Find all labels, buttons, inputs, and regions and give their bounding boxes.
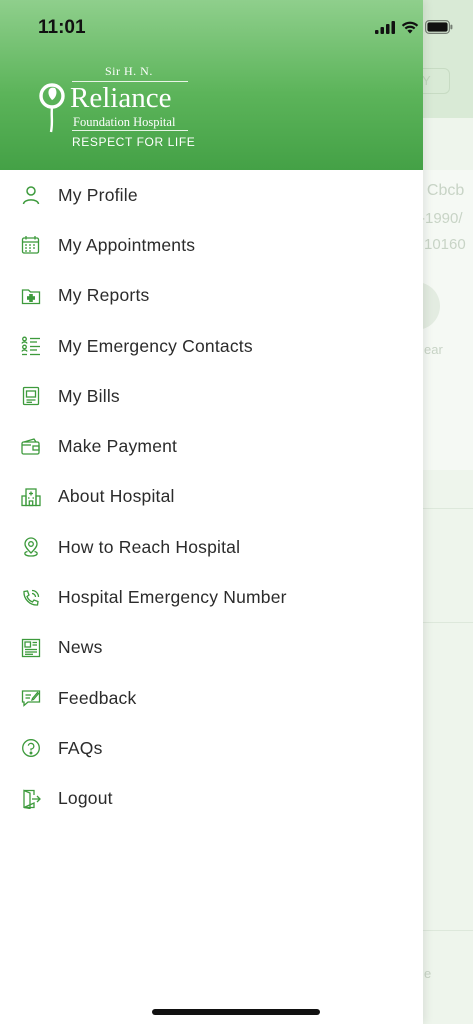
cellular-signal-icon (375, 20, 395, 39)
calendar-icon (0, 235, 58, 255)
menu-item-label: My Emergency Contacts (58, 335, 253, 356)
user-icon (0, 185, 58, 205)
menu-item-my-appointments[interactable]: My Appointments (0, 220, 423, 270)
navigation-drawer: Sir H. N. Reliance Foundation Hospital R… (0, 0, 423, 1024)
contacts-list-icon (0, 336, 58, 356)
bill-icon (0, 386, 58, 406)
menu-item-news[interactable]: News (0, 623, 423, 673)
background-id: 10160 (424, 236, 466, 253)
logo-name: Reliance (70, 82, 172, 114)
menu-item-label: My Reports (58, 285, 150, 306)
logo-divider (72, 130, 188, 131)
background-divider (423, 930, 473, 931)
phone-ring-icon (0, 588, 58, 608)
status-icons (375, 20, 453, 39)
menu-item-how-to-reach-hospital[interactable]: How to Reach Hospital (0, 522, 423, 572)
feedback-icon (0, 688, 58, 708)
hospital-emblem-icon (38, 80, 70, 134)
logo-prefix: Sir H. N. (105, 64, 153, 78)
menu-item-logout[interactable]: Logout (0, 774, 423, 824)
menu-item-label: News (58, 637, 103, 658)
background-name: f Cbcb (418, 182, 465, 199)
menu-item-feedback[interactable]: Feedback (0, 673, 423, 723)
menu-item-label: FAQs (58, 737, 103, 758)
menu-item-my-reports[interactable]: My Reports (0, 271, 423, 321)
background-action-label: ear (424, 342, 443, 357)
background-divider (423, 622, 473, 623)
menu-item-label: My Profile (58, 184, 138, 205)
question-icon (0, 738, 58, 758)
newspaper-icon (0, 638, 58, 658)
wifi-icon (401, 21, 419, 39)
background-dob: -1990/ (420, 210, 463, 227)
menu-item-label: Hospital Emergency Number (58, 587, 287, 608)
medical-folder-icon (0, 286, 58, 306)
menu-item-hospital-emergency-number[interactable]: Hospital Emergency Number (0, 572, 423, 622)
menu-item-label: Make Payment (58, 436, 178, 457)
menu-item-label: How to Reach Hospital (58, 536, 241, 557)
hospital-logo: Sir H. N. Reliance Foundation Hospital R… (38, 62, 198, 154)
hospital-building-icon (0, 487, 58, 507)
drawer-menu: My Profile My Appointments My Reports My… (0, 170, 423, 824)
battery-icon (425, 20, 453, 39)
menu-item-label: About Hospital (58, 486, 175, 507)
background-divider (423, 508, 473, 509)
menu-item-make-payment[interactable]: Make Payment (0, 421, 423, 471)
logout-icon (0, 789, 58, 809)
logo-subtitle: Foundation Hospital (73, 115, 176, 129)
status-time: 11:01 (38, 17, 86, 38)
menu-item-my-profile[interactable]: My Profile (0, 170, 423, 220)
status-bar: 11:01 (0, 0, 473, 56)
logo-tagline: RESPECT FOR LIFE (72, 135, 196, 149)
menu-item-label: My Appointments (58, 234, 196, 255)
menu-item-label: My Bills (58, 385, 120, 406)
menu-item-my-bills[interactable]: My Bills (0, 371, 423, 421)
background-bottom-label: e (424, 966, 432, 981)
wallet-icon (0, 437, 58, 457)
menu-item-about-hospital[interactable]: About Hospital (0, 472, 423, 522)
menu-item-faqs[interactable]: FAQs (0, 723, 423, 773)
menu-item-label: Logout (58, 788, 113, 809)
location-pin-icon (0, 537, 58, 557)
menu-item-my-emergency-contacts[interactable]: My Emergency Contacts (0, 321, 423, 371)
menu-item-label: Feedback (58, 687, 137, 708)
home-indicator[interactable] (152, 1009, 320, 1015)
